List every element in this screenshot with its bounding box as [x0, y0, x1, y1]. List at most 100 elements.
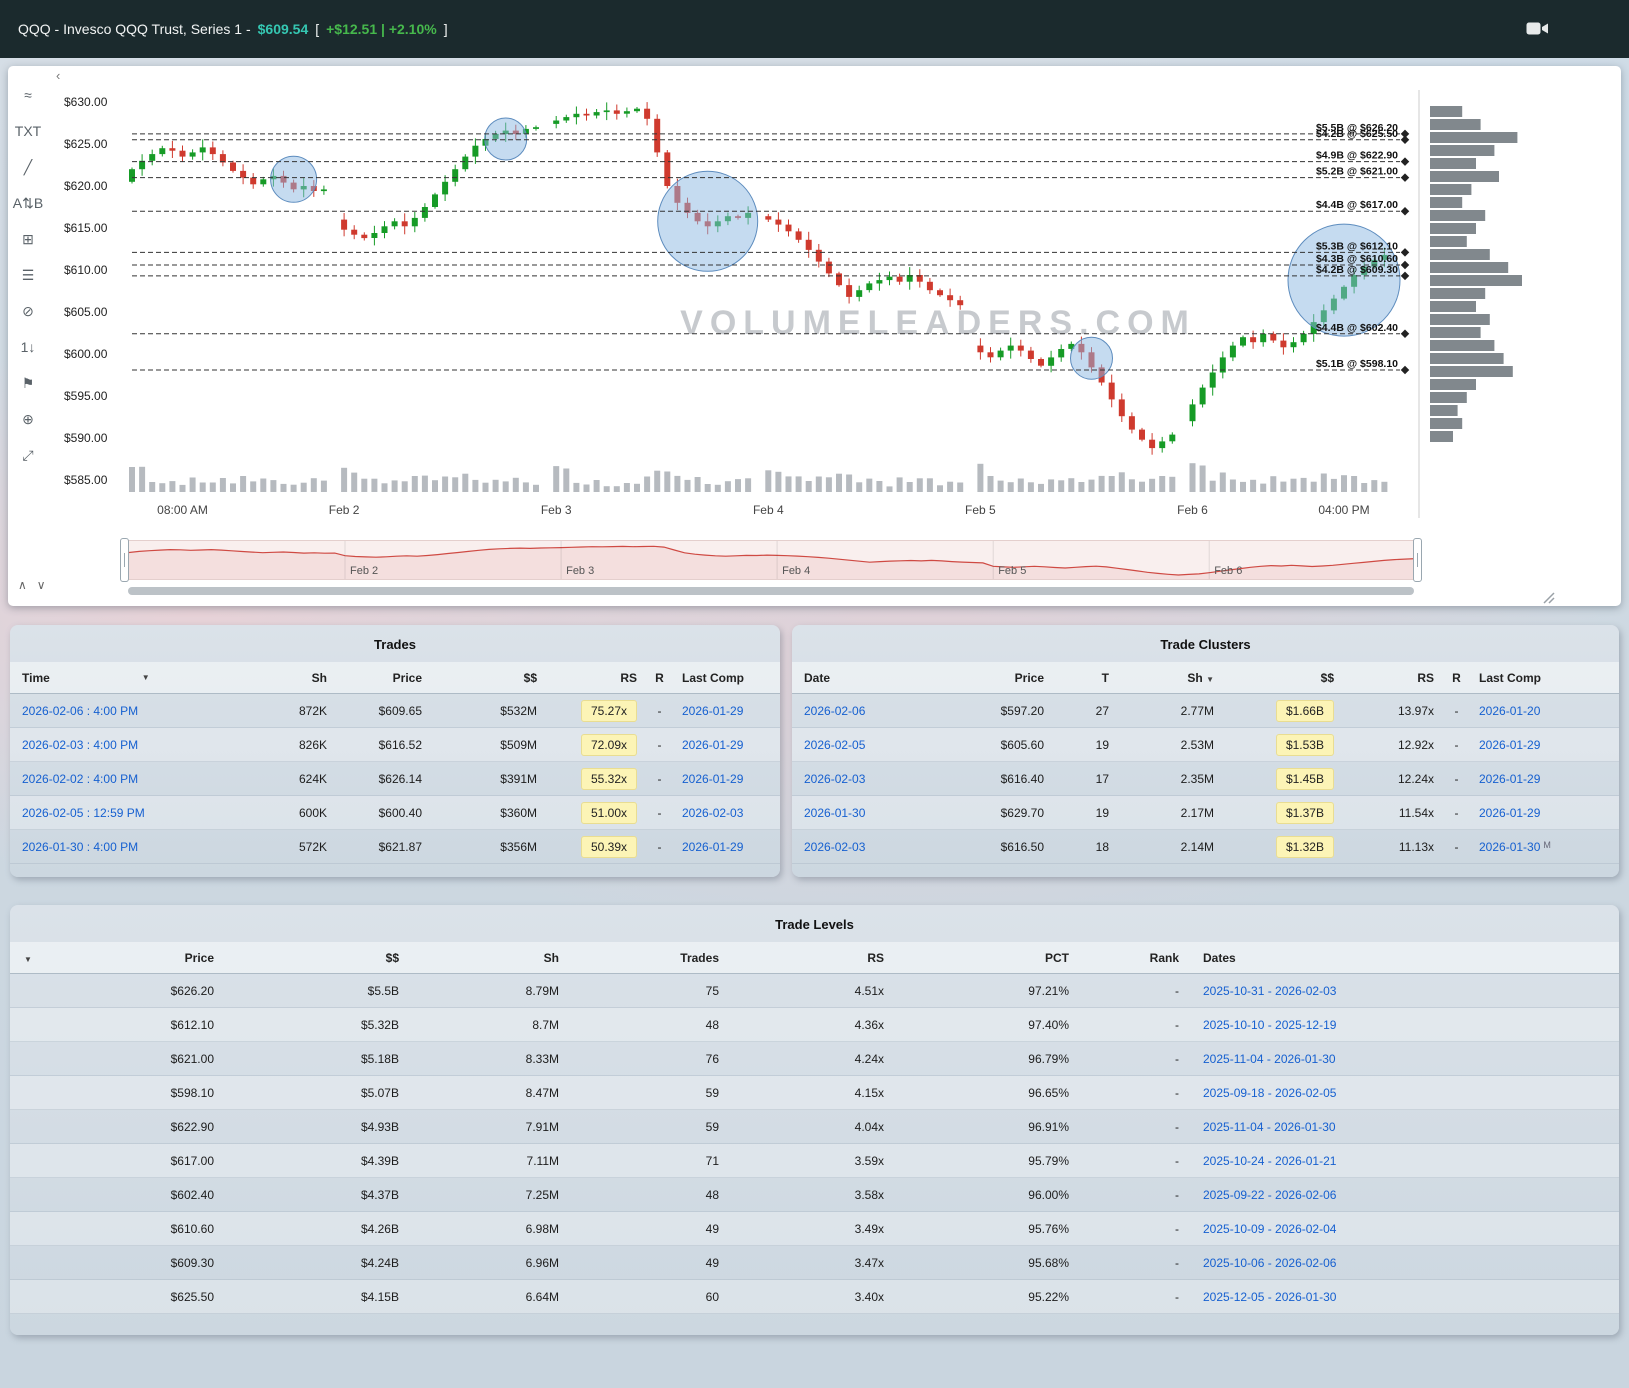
level-dates-link[interactable]: 2025-11-04 - 2026-01-30 — [1203, 1120, 1336, 1134]
magnet-tool-icon[interactable]: ⊕ — [15, 408, 41, 430]
col-rs[interactable]: RS — [1334, 671, 1434, 685]
last-comp-link[interactable]: 2026-01-29 — [682, 738, 743, 752]
trade-row[interactable]: 2026-02-05 : 12:59 PM 600K $600.40 $360M… — [10, 796, 780, 830]
numbers-tool-icon[interactable]: 1↓ — [15, 336, 41, 358]
cluster-row[interactable]: 2026-02-03 $616.40 17 2.35M $1.45B 12.24… — [792, 762, 1619, 796]
level-dates-link[interactable]: 2025-10-24 - 2026-01-21 — [1203, 1154, 1336, 1168]
last-comp-link[interactable]: 2026-01-29 — [1479, 738, 1540, 752]
col-dollars[interactable]: $$ — [1214, 671, 1334, 685]
level-dates-link[interactable]: 2025-09-18 - 2026-02-05 — [1203, 1086, 1336, 1100]
col-t[interactable]: T — [1044, 671, 1109, 685]
level-dates-link[interactable]: 2025-10-06 - 2026-02-06 — [1203, 1256, 1336, 1270]
horizontal-scrollbar[interactable] — [128, 587, 1414, 595]
level-dates-link[interactable]: 2025-10-10 - 2025-12-19 — [1203, 1018, 1336, 1032]
col-sh[interactable]: Sh — [399, 951, 559, 965]
level-row[interactable]: $612.10 $5.32B 8.7M 48 4.36x 97.40% - 20… — [10, 1008, 1619, 1042]
cluster-row[interactable]: 2026-02-05 $605.60 19 2.53M $1.53B 12.92… — [792, 728, 1619, 762]
trade-time-link[interactable]: 2026-01-30 : 4:00 PM — [22, 840, 257, 854]
col-dollars[interactable]: $$ — [214, 951, 399, 965]
trade-row[interactable]: 2026-02-06 : 4:00 PM 872K $609.65 $532M … — [10, 694, 780, 728]
col-price[interactable]: Price — [919, 671, 1044, 685]
price-chart[interactable]: VOLUMELEADERS.COM$630.00$625.00$620.00$6… — [48, 66, 1619, 536]
level-row[interactable]: $621.00 $5.18B 8.33M 76 4.24x 96.79% - 2… — [10, 1042, 1619, 1076]
cluster-row[interactable]: 2026-01-30 $629.70 19 2.17M $1.37B 11.54… — [792, 796, 1619, 830]
trade-time-link[interactable]: 2026-02-05 : 12:59 PM — [22, 806, 257, 820]
last-comp-link[interactable]: 2026-01-29 — [1479, 772, 1540, 786]
trade-row[interactable]: 2026-02-03 : 4:00 PM 826K $616.52 $509M … — [10, 728, 780, 762]
level-row[interactable]: $625.50 $4.15B 6.64M 60 3.40x 95.22% - 2… — [10, 1280, 1619, 1314]
navigator-right-handle[interactable] — [1413, 538, 1422, 582]
scroll-down-icon[interactable]: ∨ — [37, 578, 46, 592]
hide-drawings-icon[interactable]: ⊘ — [15, 300, 41, 322]
filter-icon[interactable]: ▼ — [24, 955, 32, 964]
col-last-comp[interactable]: Last Comp — [1479, 671, 1607, 685]
cluster-date-link[interactable]: 2026-02-06 — [804, 704, 919, 718]
col-dollars[interactable]: $$ — [422, 671, 537, 685]
col-time[interactable]: Time — [22, 671, 50, 685]
col-date[interactable]: Date — [804, 671, 919, 685]
chart-navigator[interactable]: Feb 2 Feb 3 Feb 4 Feb 5 Feb 6 — [128, 540, 1414, 580]
cluster-shares: 2.53M — [1180, 737, 1214, 752]
trade-time-link[interactable]: 2026-02-03 : 4:00 PM — [22, 738, 257, 752]
last-comp-link[interactable]: 2026-01-29 — [682, 772, 743, 786]
levels-rows-tool-icon[interactable]: ☰ — [15, 264, 41, 286]
pattern-box-tool-icon[interactable]: ⊞ — [15, 228, 41, 250]
cluster-date-link[interactable]: 2026-01-30 — [804, 806, 919, 820]
col-rs[interactable]: RS — [719, 951, 884, 965]
last-comp-link[interactable]: 2026-02-03 — [682, 806, 743, 820]
trade-row[interactable]: 2026-02-02 : 4:00 PM 624K $626.14 $391M … — [10, 762, 780, 796]
fullscreen-icon[interactable]: ⤢ — [15, 444, 41, 466]
col-price[interactable]: Price — [64, 951, 214, 965]
level-row[interactable]: $626.20 $5.5B 8.79M 75 4.51x 97.21% - 20… — [10, 974, 1619, 1008]
level-row[interactable]: $602.40 $4.37B 7.25M 48 3.58x 96.00% - 2… — [10, 1178, 1619, 1212]
cluster-row[interactable]: 2026-02-03 $616.50 18 2.14M $1.32B 11.13… — [792, 830, 1619, 864]
last-comp-link[interactable]: 2026-01-30 — [1479, 840, 1540, 854]
last-comp-link[interactable]: 2026-01-20 — [1479, 704, 1540, 718]
col-sh[interactable]: Sh — [257, 671, 327, 685]
cluster-date-link[interactable]: 2026-02-03 — [804, 840, 919, 854]
filter-icon[interactable]: ▼ — [142, 673, 150, 682]
navigator-left-handle[interactable] — [120, 538, 129, 582]
col-pct[interactable]: PCT — [884, 951, 1069, 965]
level-row[interactable]: $610.60 $4.26B 6.98M 49 3.49x 95.76% - 2… — [10, 1212, 1619, 1246]
trend-tool-icon[interactable]: ≈ — [15, 84, 41, 106]
level-rs: 3.49x — [854, 1221, 884, 1236]
last-comp-link[interactable]: 2026-01-29 — [1479, 806, 1540, 820]
trade-time-link[interactable]: 2026-02-06 : 4:00 PM — [22, 704, 257, 718]
level-dates-link[interactable]: 2025-10-31 - 2026-02-03 — [1203, 984, 1336, 998]
camera-icon[interactable] — [1526, 20, 1549, 37]
level-price: $598.10 — [170, 1085, 214, 1100]
col-r[interactable]: R — [637, 671, 682, 685]
scroll-up-icon[interactable]: ∧ — [18, 578, 27, 592]
resize-grip-icon[interactable] — [1543, 592, 1555, 604]
level-row[interactable]: $598.10 $5.07B 8.47M 59 4.15x 96.65% - 2… — [10, 1076, 1619, 1110]
last-comp-link[interactable]: 2026-01-29 — [682, 840, 743, 854]
col-sh[interactable]: Sh — [1187, 671, 1202, 685]
col-r[interactable]: R — [1434, 671, 1479, 685]
col-dates[interactable]: Dates — [1179, 951, 1605, 965]
trendline-tool-icon[interactable]: ╱ — [15, 156, 41, 178]
trade-time-link[interactable]: 2026-02-02 : 4:00 PM — [22, 772, 257, 786]
trade-row[interactable]: 2026-01-30 : 4:00 PM 572K $621.87 $356M … — [10, 830, 780, 864]
volume-profile-bar — [1430, 301, 1476, 312]
cluster-row[interactable]: 2026-02-06 $597.20 27 2.77M $1.66B 13.97… — [792, 694, 1619, 728]
ab-range-tool-icon[interactable]: A⇅B — [13, 192, 43, 214]
col-trades[interactable]: Trades — [559, 951, 719, 965]
level-row[interactable]: $622.90 $4.93B 7.91M 59 4.04x 96.91% - 2… — [10, 1110, 1619, 1144]
col-rs[interactable]: RS — [537, 671, 637, 685]
col-price[interactable]: Price — [327, 671, 422, 685]
flag-tool-icon[interactable]: ⚑ — [15, 372, 41, 394]
cluster-date-link[interactable]: 2026-02-03 — [804, 772, 919, 786]
cluster-date-link[interactable]: 2026-02-05 — [804, 738, 919, 752]
level-row[interactable]: $617.00 $4.39B 7.11M 71 3.59x 95.79% - 2… — [10, 1144, 1619, 1178]
level-dates-link[interactable]: 2025-10-09 - 2026-02-04 — [1203, 1222, 1336, 1236]
last-comp-link[interactable]: 2026-01-29 — [682, 704, 743, 718]
level-dates-link[interactable]: 2025-12-05 - 2026-01-30 — [1203, 1290, 1336, 1304]
col-last-comp[interactable]: Last Comp — [682, 671, 768, 685]
sort-desc-icon[interactable]: ▼ — [1206, 675, 1214, 684]
level-row[interactable]: $609.30 $4.24B 6.96M 49 3.47x 95.68% - 2… — [10, 1246, 1619, 1280]
text-tool-icon[interactable]: TXT — [15, 120, 41, 142]
col-rank[interactable]: Rank — [1069, 951, 1179, 965]
level-dates-link[interactable]: 2025-09-22 - 2026-02-06 — [1203, 1188, 1336, 1202]
level-dates-link[interactable]: 2025-11-04 - 2026-01-30 — [1203, 1052, 1336, 1066]
